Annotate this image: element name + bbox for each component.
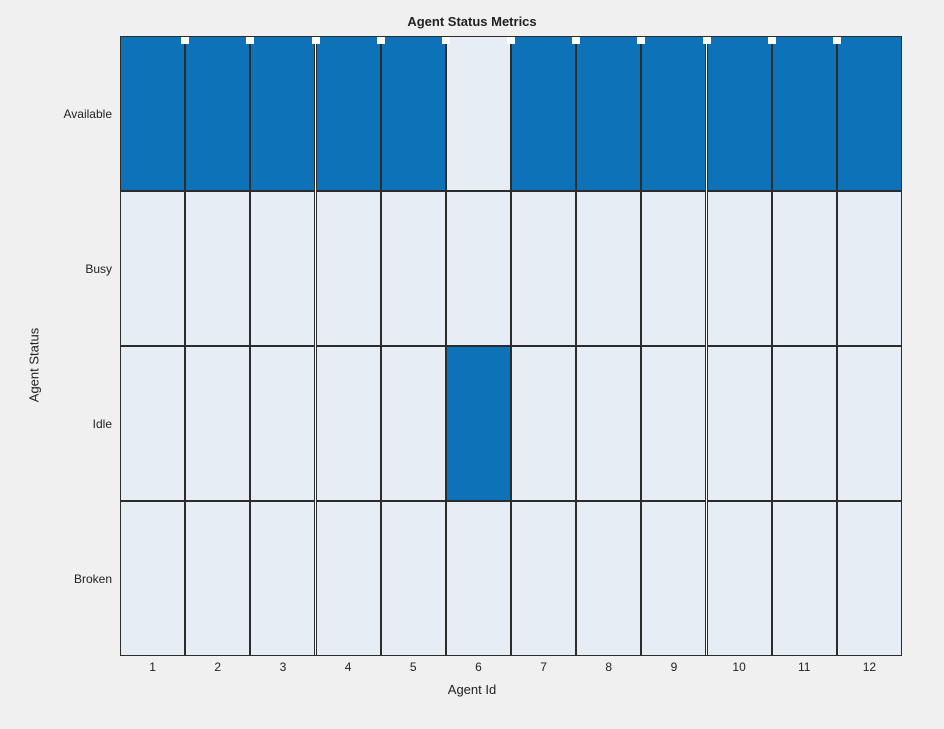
y-tick-label: Broken xyxy=(2,572,112,586)
heatmap-cell xyxy=(576,501,641,656)
heatmap-cell xyxy=(250,346,315,501)
heatmap-cell xyxy=(316,36,381,191)
heatmap-cell xyxy=(120,346,185,501)
heatmap-cell xyxy=(511,191,576,346)
heatmap-cell xyxy=(641,501,706,656)
x-tick-label: 10 xyxy=(732,660,745,674)
x-tick-label: 5 xyxy=(410,660,417,674)
y-tick-label: Busy xyxy=(2,262,112,276)
heatmap-cell xyxy=(185,346,250,501)
bar-gap xyxy=(377,36,385,44)
heatmap-cell xyxy=(120,191,185,346)
x-tick-label: 7 xyxy=(540,660,547,674)
heatmap-cell xyxy=(772,191,837,346)
heatmap-cell xyxy=(446,36,511,191)
bar-gap xyxy=(312,36,320,44)
heatmap-cell xyxy=(381,501,446,656)
heatmap-cell xyxy=(446,191,511,346)
heatmap-cell xyxy=(707,501,772,656)
heatmap-cell xyxy=(381,36,446,191)
heatmap-cell xyxy=(250,501,315,656)
heatmap-cell xyxy=(316,501,381,656)
x-tick-label: 3 xyxy=(280,660,287,674)
heatmap-cell xyxy=(707,346,772,501)
x-tick-label: 4 xyxy=(345,660,352,674)
heatmap-cell xyxy=(316,346,381,501)
x-tick-label: 11 xyxy=(798,660,810,674)
figure: Agent Status Metrics Agent Status Availa… xyxy=(0,0,944,729)
bar-gap xyxy=(703,36,711,44)
heatmap-cell xyxy=(120,36,185,191)
heatmap-cell xyxy=(576,36,641,191)
plot-area xyxy=(120,36,902,656)
heatmap-cell xyxy=(120,501,185,656)
heatmap-cell xyxy=(250,191,315,346)
heatmap-cell xyxy=(185,191,250,346)
heatmap-cell xyxy=(837,36,902,191)
heatmap-cell xyxy=(381,191,446,346)
heatmap-cell xyxy=(837,501,902,656)
bar-gap xyxy=(572,36,580,44)
x-axis-label: Agent Id xyxy=(0,682,944,697)
y-tick-label: Available xyxy=(2,107,112,121)
bar-gap xyxy=(507,36,515,44)
bar-gap xyxy=(833,36,841,44)
y-axis-label: Agent Status xyxy=(27,327,42,401)
heatmap-cell xyxy=(837,191,902,346)
heatmap-cell xyxy=(511,36,576,191)
x-tick-label: 12 xyxy=(863,660,876,674)
chart-title: Agent Status Metrics xyxy=(0,14,944,29)
heatmap-cell xyxy=(185,501,250,656)
heatmap-cell xyxy=(446,346,511,501)
heatmap-cell xyxy=(641,346,706,501)
bar-gap xyxy=(181,36,189,44)
heatmap-cell xyxy=(707,191,772,346)
heatmap-cell xyxy=(250,36,315,191)
x-tick-label: 9 xyxy=(671,660,678,674)
heatmap-cell xyxy=(772,501,837,656)
heatmap-cell xyxy=(381,346,446,501)
heatmap-cell xyxy=(772,346,837,501)
heatmap-cell xyxy=(185,36,250,191)
heatmap-cell xyxy=(316,191,381,346)
bar-gap xyxy=(637,36,645,44)
heatmap-cell xyxy=(641,191,706,346)
heatmap-grid xyxy=(120,36,902,656)
x-tick-label: 1 xyxy=(149,660,156,674)
bar-gap xyxy=(246,36,254,44)
heatmap-cell xyxy=(772,36,837,191)
heatmap-cell xyxy=(576,346,641,501)
heatmap-cell xyxy=(511,346,576,501)
bar-gap xyxy=(768,36,776,44)
bar-gap xyxy=(442,36,450,44)
x-tick-label: 2 xyxy=(214,660,221,674)
heatmap-cell xyxy=(837,346,902,501)
heatmap-cell xyxy=(511,501,576,656)
heatmap-cell xyxy=(641,36,706,191)
x-tick-label: 6 xyxy=(475,660,482,674)
y-tick-label: Idle xyxy=(2,417,112,431)
heatmap-cell xyxy=(446,501,511,656)
x-tick-label: 8 xyxy=(605,660,612,674)
heatmap-cell xyxy=(576,191,641,346)
heatmap-cell xyxy=(707,36,772,191)
